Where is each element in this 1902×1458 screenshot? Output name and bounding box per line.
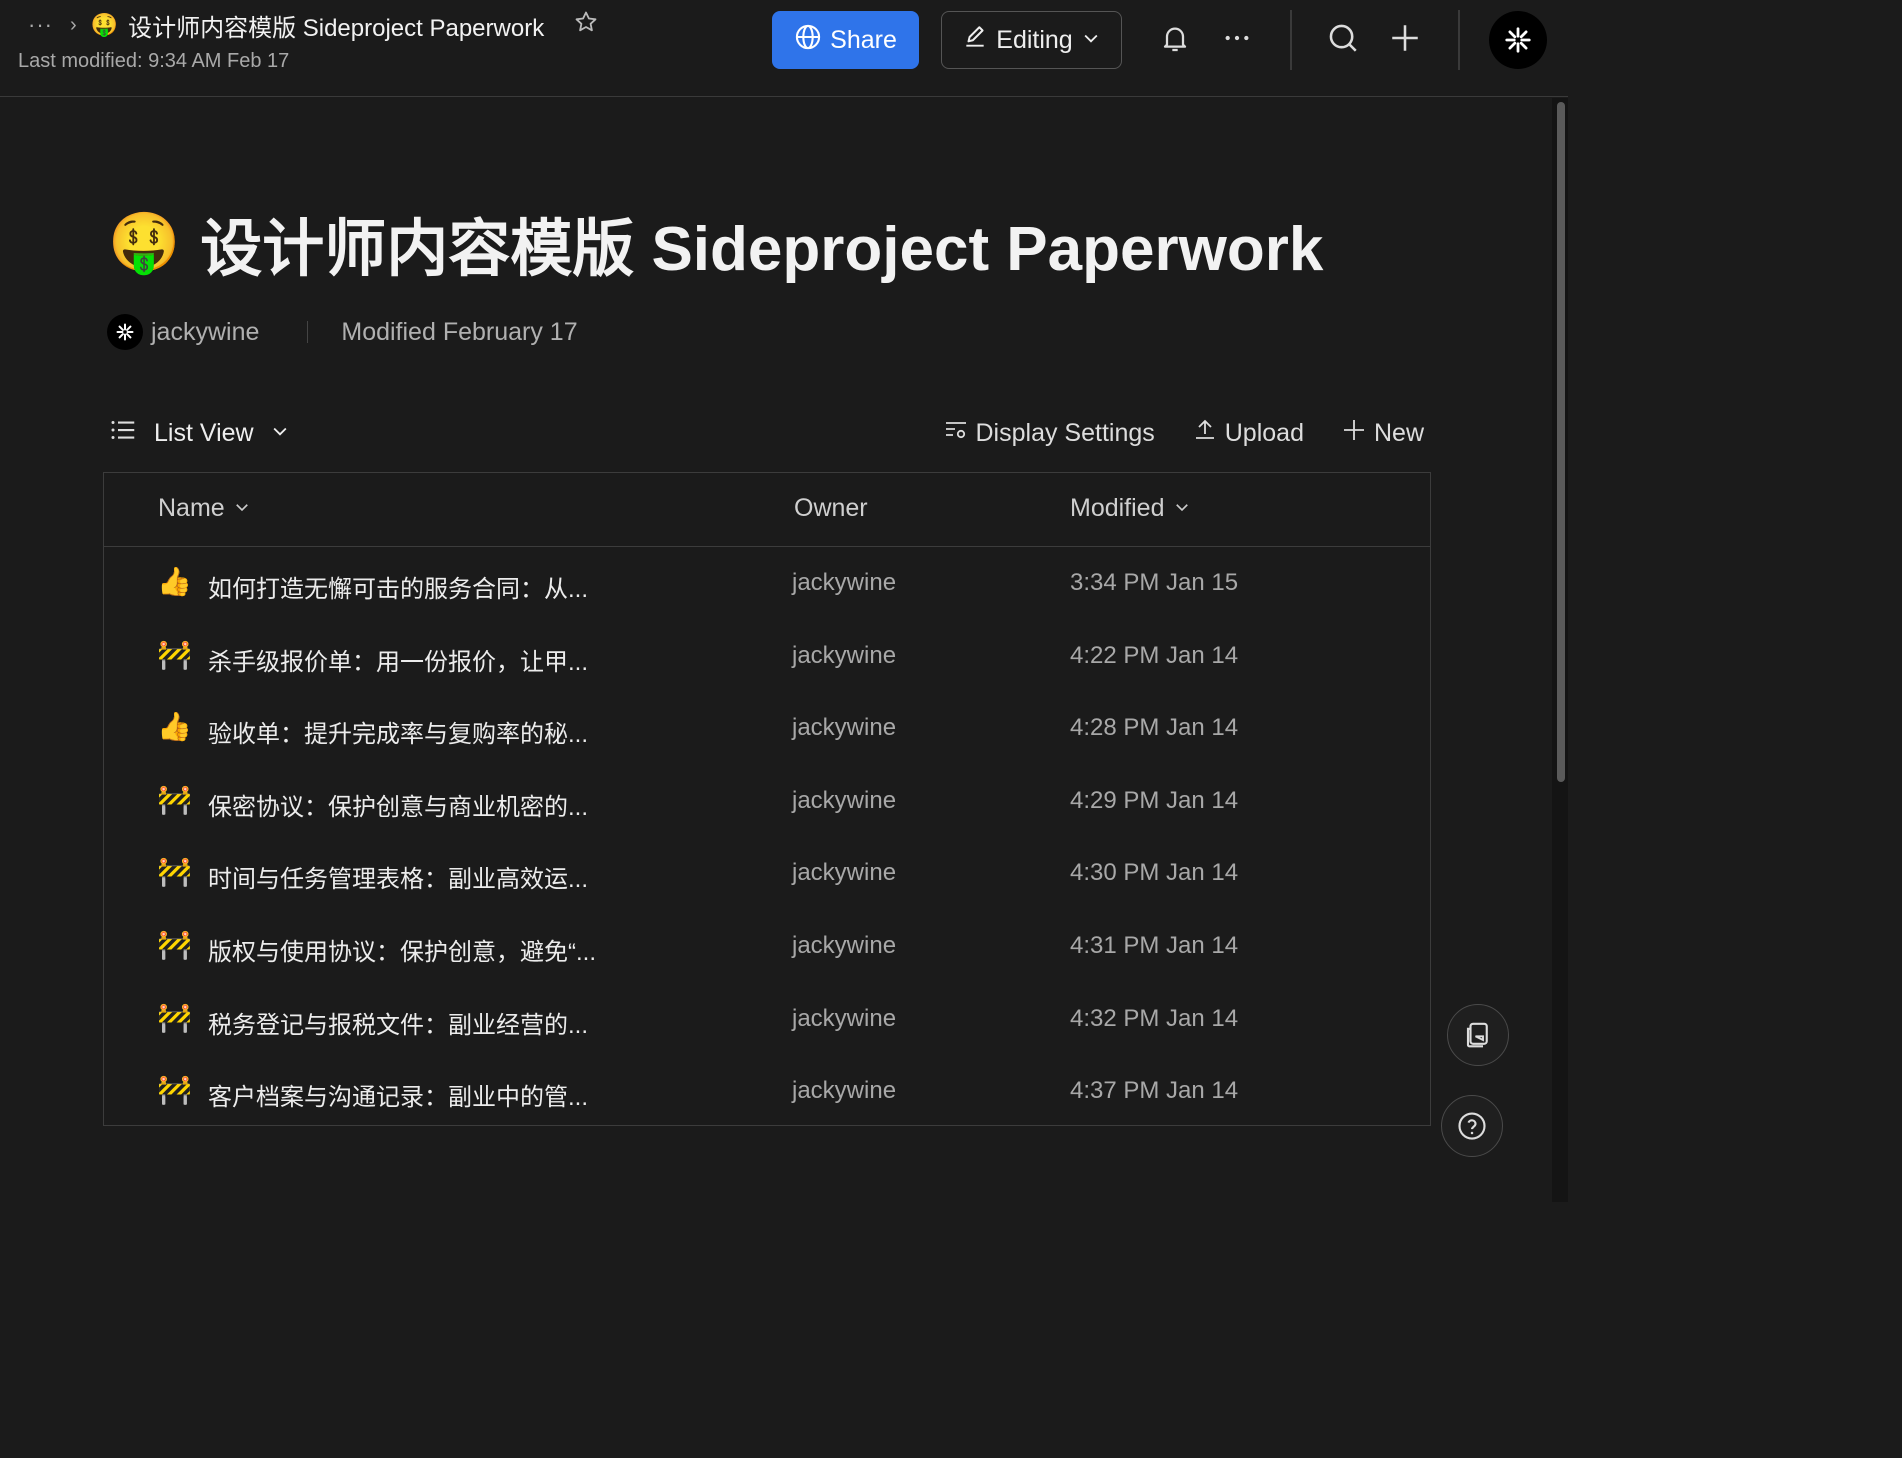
list-toolbar: List View Display Settings Upload New bbox=[108, 412, 1428, 454]
column-header-modified[interactable]: Modified bbox=[1070, 494, 1191, 523]
modified-date: Modified February 17 bbox=[341, 317, 578, 346]
row-emoji: 🚧 bbox=[157, 1001, 192, 1033]
row-modified: 4:29 PM Jan 14 bbox=[1070, 786, 1239, 814]
row-owner: jackywine bbox=[792, 1004, 897, 1032]
table-row[interactable]: 🚧 保密协议：保护创意与商业机密的... jackywine 4:29 PM J… bbox=[104, 765, 1430, 838]
star-icon[interactable] bbox=[574, 10, 598, 41]
breadcrumb-emoji: 🤑 bbox=[90, 12, 119, 37]
table-row[interactable]: 🚧 时间与任务管理表格：副业高效运... jackywine 4:30 PM J… bbox=[104, 837, 1430, 910]
chevron-down-icon bbox=[270, 419, 290, 448]
user-avatar[interactable] bbox=[1489, 11, 1547, 69]
document-table: Name Owner Modified 👍 如何打造无懈可击的服务合同：从...… bbox=[103, 472, 1431, 1126]
table-header: Name Owner Modified bbox=[104, 473, 1430, 547]
page-title-text[interactable]: 设计师内容模版 Sideproject Paperwork bbox=[200, 198, 1323, 288]
column-modified-label: Modified bbox=[1070, 494, 1165, 522]
table-row[interactable]: 👍 如何打造无懈可击的服务合同：从... jackywine 3:34 PM J… bbox=[104, 547, 1430, 620]
owner-name[interactable]: jackywine bbox=[151, 318, 259, 347]
row-owner: jackywine bbox=[792, 641, 897, 669]
plus-icon bbox=[1342, 418, 1366, 449]
row-emoji: 🚧 bbox=[157, 1074, 192, 1106]
list-view-dropdown[interactable]: List View bbox=[108, 412, 290, 454]
column-header-name[interactable]: Name bbox=[158, 494, 251, 523]
row-modified: 4:31 PM Jan 14 bbox=[1070, 931, 1239, 959]
table-row[interactable]: 🚧 版权与使用协议：保护创意，避免“... jackywine 4:31 PM … bbox=[104, 910, 1430, 983]
row-owner: jackywine bbox=[792, 786, 897, 814]
row-modified: 4:30 PM Jan 14 bbox=[1070, 859, 1239, 887]
page-title: 🤑 设计师内容模版 Sideproject Paperwork bbox=[108, 198, 1323, 288]
row-name[interactable]: 税务登记与报税文件：副业经营的... bbox=[208, 1005, 588, 1040]
display-settings-button[interactable]: Display Settings bbox=[944, 418, 1155, 449]
plus-icon[interactable] bbox=[1387, 20, 1423, 56]
upload-icon bbox=[1193, 418, 1217, 449]
page-meta: jackywine Modified February 17 bbox=[107, 313, 578, 351]
new-label: New bbox=[1373, 418, 1424, 447]
row-name[interactable]: 保密协议：保护创意与商业机密的... bbox=[208, 787, 588, 822]
row-owner: jackywine bbox=[792, 931, 897, 959]
last-modified-text: Last modified: 9:34 AM Feb 17 bbox=[18, 50, 290, 72]
table-row[interactable]: 🚧 杀手级报价单：用一份报价，让甲... jackywine 4:22 PM J… bbox=[104, 620, 1430, 693]
top-bar: ··· › 🤑 设计师内容模版 Sideproject Paperwork La… bbox=[0, 0, 1568, 97]
upload-button[interactable]: Upload bbox=[1193, 418, 1304, 449]
help-icon[interactable] bbox=[1441, 1095, 1503, 1157]
row-emoji: 👍 bbox=[157, 566, 192, 597]
share-label: Share bbox=[830, 25, 897, 54]
row-owner: jackywine bbox=[792, 569, 897, 596]
new-button[interactable]: New bbox=[1342, 418, 1424, 449]
editing-mode-dropdown[interactable]: Editing bbox=[941, 11, 1122, 69]
row-name[interactable]: 客户档案与沟通记录：副业中的管... bbox=[208, 1077, 588, 1112]
chevron-down-icon bbox=[233, 494, 251, 523]
column-name-label: Name bbox=[158, 494, 225, 522]
row-name[interactable]: 验收单：提升完成率与复购率的秘... bbox=[208, 714, 588, 749]
list-view-label: List View bbox=[154, 418, 254, 447]
row-name[interactable]: 版权与使用协议：保护创意，避免“... bbox=[208, 932, 596, 967]
row-emoji: 👍 bbox=[157, 711, 192, 743]
row-emoji: 🚧 bbox=[157, 856, 192, 888]
settings-icon bbox=[944, 418, 968, 449]
chevron-down-icon bbox=[1173, 494, 1191, 523]
editing-label: Editing bbox=[996, 25, 1073, 54]
row-owner: jackywine bbox=[792, 1077, 897, 1105]
breadcrumb-separator: › bbox=[70, 13, 77, 36]
share-button[interactable]: Share bbox=[772, 11, 919, 69]
table-row[interactable]: 🚧 客户档案与沟通记录：副业中的管... jackywine 4:37 PM J… bbox=[104, 1055, 1430, 1128]
avatar[interactable] bbox=[107, 314, 143, 350]
row-modified: 4:28 PM Jan 14 bbox=[1070, 714, 1239, 742]
chevron-down-icon bbox=[1081, 26, 1101, 55]
toolbar-divider bbox=[1458, 10, 1460, 70]
pencil-icon bbox=[962, 24, 988, 57]
table-row[interactable]: 🚧 税务登记与报税文件：副业经营的... jackywine 4:32 PM J… bbox=[104, 983, 1430, 1056]
breadcrumb-more-button[interactable]: ··· bbox=[28, 12, 56, 38]
row-owner: jackywine bbox=[792, 714, 897, 742]
row-name[interactable]: 时间与任务管理表格：副业高效运... bbox=[208, 859, 588, 894]
row-name[interactable]: 如何打造无懈可击的服务合同：从... bbox=[208, 569, 588, 604]
row-name[interactable]: 杀手级报价单：用一份报价，让甲... bbox=[208, 642, 588, 677]
toolbar-divider bbox=[1290, 10, 1292, 70]
row-modified: 4:22 PM Jan 14 bbox=[1070, 641, 1239, 669]
meta-divider bbox=[307, 321, 309, 343]
search-icon[interactable] bbox=[1325, 20, 1361, 56]
breadcrumb-title[interactable]: 设计师内容模版 Sideproject Paperwork bbox=[128, 8, 544, 43]
row-emoji: 🚧 bbox=[157, 928, 192, 960]
comment-icon[interactable] bbox=[1447, 1004, 1509, 1066]
toolbar-actions: Display Settings Upload New bbox=[906, 412, 1424, 454]
more-icon[interactable] bbox=[1219, 20, 1255, 56]
row-modified: 3:34 PM Jan 15 bbox=[1070, 569, 1239, 596]
row-modified: 4:37 PM Jan 14 bbox=[1070, 1077, 1239, 1105]
globe-icon bbox=[794, 23, 822, 58]
row-modified: 4:32 PM Jan 14 bbox=[1070, 1004, 1239, 1032]
scrollbar-thumb[interactable] bbox=[1557, 102, 1565, 782]
upload-label: Upload bbox=[1224, 418, 1304, 447]
row-owner: jackywine bbox=[792, 859, 897, 887]
column-owner-label: Owner bbox=[794, 494, 868, 522]
table-row[interactable]: 👍 验收单：提升完成率与复购率的秘... jackywine 4:28 PM J… bbox=[104, 692, 1430, 765]
bell-icon[interactable] bbox=[1157, 20, 1193, 56]
vertical-scrollbar[interactable] bbox=[1552, 98, 1568, 1202]
row-emoji: 🚧 bbox=[157, 783, 192, 815]
row-emoji: 🚧 bbox=[157, 638, 192, 670]
list-icon bbox=[108, 415, 138, 452]
display-settings-label: Display Settings bbox=[975, 418, 1155, 447]
column-header-owner[interactable]: Owner bbox=[794, 494, 868, 523]
page-emoji[interactable]: 🤑 bbox=[108, 209, 180, 277]
breadcrumb: ··· › 🤑 设计师内容模版 Sideproject Paperwork bbox=[28, 8, 598, 42]
